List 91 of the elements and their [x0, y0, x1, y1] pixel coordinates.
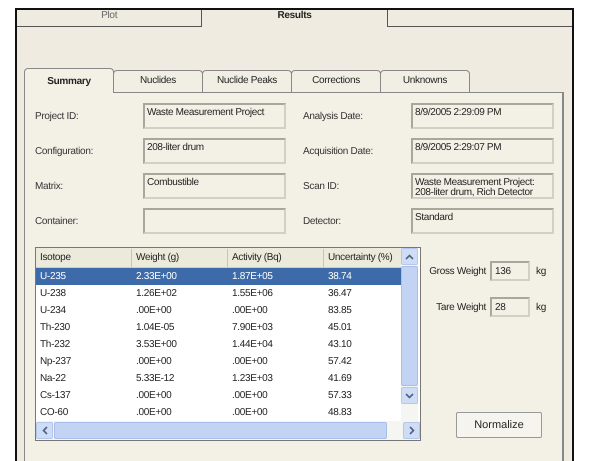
field-label: Project ID:	[35, 110, 80, 122]
table-cell-text: .00E+00	[135, 407, 172, 418]
table-cell-text: 1.26E+02	[135, 288, 178, 299]
table-cell-text: .00E+00	[135, 356, 172, 367]
table-cell-text: .00E+00	[231, 356, 268, 367]
table-cell-text: 5.33E-12	[135, 373, 176, 384]
normalize-button[interactable]: Normalize	[456, 412, 542, 438]
table-cell-text: .00E+00	[135, 390, 172, 401]
tab[interactable]: Nuclide Peaks	[202, 70, 292, 92]
unit-label: kg	[536, 302, 547, 312]
table-row[interactable]: Np-237 .00E+00 .00E+00 57.42	[36, 353, 401, 370]
field-label: Acquisition Date:	[303, 146, 374, 156]
table-cell-text: 57.42	[327, 356, 353, 367]
tab[interactable]: Plot	[17, 10, 202, 27]
horizontal-scrollbar[interactable]	[36, 421, 420, 440]
table-cell-text: 41.69	[327, 373, 353, 384]
tab[interactable]: Corrections	[291, 70, 381, 92]
table-cell-text: .00E+00	[231, 390, 268, 401]
table-cell-text: 83.85	[327, 305, 353, 316]
text-field[interactable]	[143, 208, 286, 234]
table-cell-text: 38.74	[327, 271, 353, 282]
table-cell-text: Cs-137	[39, 390, 72, 401]
table-cell-text: 45.01	[327, 322, 353, 333]
field-label: Gross Weight	[429, 266, 486, 276]
text-field[interactable]: 8/9/2005 2:29:09 PM	[411, 103, 554, 129]
table-row[interactable]: Th-230 1.04E-05 7.90E+03 45.01	[36, 319, 401, 336]
text-field[interactable]: 208-liter drum	[143, 138, 286, 164]
chevron-up-icon	[405, 254, 414, 260]
table-cell-text: Th-230	[39, 322, 71, 333]
table-cell-text: 1.55E+06	[231, 288, 274, 299]
table-row[interactable]: Cs-137 .00E+00 .00E+00 57.33	[36, 387, 401, 404]
column-header[interactable]: Isotope	[36, 248, 132, 266]
text-field[interactable]: 8/9/2005 2:29:07 PM	[411, 138, 554, 164]
chevron-right-icon	[408, 426, 414, 435]
table-cell-text: 1.23E+03	[231, 373, 274, 384]
table-cell-text: CO-60	[39, 407, 69, 418]
table-cell-text: Na-22	[39, 373, 67, 384]
text-field[interactable]: 136	[490, 261, 530, 281]
field-label: Tare Weight	[436, 302, 486, 312]
table-cell-text: U-238	[39, 288, 67, 299]
text-field[interactable]: Combustible	[143, 173, 286, 199]
table-cell-text: 57.33	[327, 390, 353, 401]
table-cell-text: Np-237	[39, 356, 72, 367]
field-label: Detector:	[303, 216, 342, 226]
field-label: Analysis Date:	[303, 110, 364, 122]
chevron-down-icon	[405, 392, 414, 398]
scrollbar-thumb[interactable]	[401, 266, 418, 386]
tab[interactable]	[388, 10, 572, 27]
table-cell-text: 3.53E+00	[135, 339, 178, 350]
table-row[interactable]: CO-60 .00E+00 .00E+00 48.83	[36, 404, 401, 421]
table-cell-text: 48.83	[327, 407, 353, 418]
table-cell-text: U-234	[39, 305, 67, 316]
table-cell-text: 1.87E+05	[231, 271, 274, 282]
tab[interactable]: Nuclides	[113, 70, 203, 92]
table-cell-text: 36.47	[327, 288, 353, 299]
table-cell-text: 2.33E+00	[135, 271, 178, 282]
table-cell-text: 1.44E+04	[231, 339, 274, 350]
unit-label: kg	[536, 266, 547, 276]
text-field[interactable]: Waste Measurement Project	[143, 103, 286, 129]
column-header[interactable]: Activity (Bq)	[228, 248, 324, 266]
vertical-scrollbar[interactable]	[401, 248, 418, 421]
table-cell-text: .00E+00	[231, 407, 268, 418]
column-header[interactable]: Uncertainty (%)	[324, 248, 401, 266]
table-cell-text: .00E+00	[231, 305, 268, 316]
table-cell-text: .00E+00	[135, 305, 172, 316]
table-row[interactable]: U-235 2.33E+00 1.87E+05 38.74	[36, 268, 401, 285]
table-cell-text: Th-232	[39, 339, 71, 350]
scroll-left-button[interactable]	[36, 422, 53, 439]
table-cell-text: 43.10	[327, 339, 353, 350]
field-label: Scan ID:	[303, 180, 340, 192]
scrollbar-thumb[interactable]	[54, 422, 387, 439]
text-field[interactable]: 28	[490, 297, 530, 317]
scroll-down-button[interactable]	[401, 387, 418, 404]
column-header[interactable]: Weight (g)	[132, 248, 228, 266]
scroll-right-button[interactable]	[403, 422, 420, 439]
tab[interactable]: Unknowns	[380, 70, 470, 92]
field-label: Configuration:	[35, 146, 94, 156]
table-cell-text: U-235	[39, 271, 67, 282]
table-cell-text: 7.90E+03	[231, 322, 274, 333]
table-row[interactable]: U-238 1.26E+02 1.55E+06 36.47	[36, 285, 401, 302]
tab[interactable]: Summary	[24, 68, 114, 93]
text-field[interactable]: Standard	[411, 208, 554, 234]
text-field[interactable]: Waste Measurement Project: 208-liter drum, Rich Detector	[411, 173, 554, 199]
field-label: Container:	[35, 216, 80, 226]
table-row[interactable]: Na-22 5.33E-12 1.23E+03 41.69	[36, 370, 401, 387]
table-cell-text: 1.04E-05	[135, 322, 176, 333]
table-row[interactable]: Th-232 3.53E+00 1.44E+04 43.10	[36, 336, 401, 353]
scroll-up-button[interactable]	[401, 248, 418, 265]
table-row[interactable]: U-234 .00E+00 .00E+00 83.85	[36, 302, 401, 319]
chevron-left-icon	[42, 426, 48, 435]
field-label: Matrix:	[35, 180, 64, 192]
